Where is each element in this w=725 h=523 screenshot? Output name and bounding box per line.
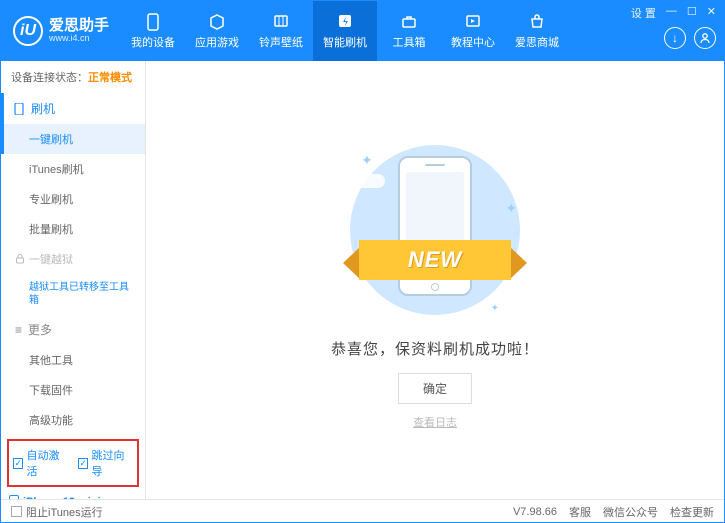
download-icon[interactable]: ↓ bbox=[664, 27, 686, 49]
brand-name: 爱思助手 bbox=[49, 18, 109, 35]
minimize-button[interactable]: — bbox=[666, 5, 677, 21]
phone-icon bbox=[144, 13, 162, 31]
window-controls: 设 置 — ☐ ✕ bbox=[631, 5, 716, 21]
logo-area: iU 爱思助手 www.i4.cn bbox=[1, 16, 121, 46]
sidebar-item-more-0[interactable]: 其他工具 bbox=[1, 345, 145, 375]
nav-flash[interactable]: 智能刷机 bbox=[313, 1, 377, 61]
nav-wallpaper[interactable]: 铃声壁纸 bbox=[249, 1, 313, 61]
toolbox-icon bbox=[400, 13, 418, 31]
sidebar-section-more[interactable]: ≡ 更多 bbox=[1, 314, 145, 345]
sidebar-item-flash-1[interactable]: iTunes刷机 bbox=[1, 154, 145, 184]
apps-icon bbox=[208, 13, 226, 31]
wechat-link[interactable]: 微信公众号 bbox=[603, 504, 658, 520]
sidebar-item-flash-3[interactable]: 批量刷机 bbox=[1, 214, 145, 244]
nav-apps[interactable]: 应用游戏 bbox=[185, 1, 249, 61]
status-bar: 阻止iTunes运行 V7.98.66 客服 微信公众号 检查更新 bbox=[1, 499, 724, 523]
checkbox-auto-activate[interactable]: ✓自动激活 bbox=[13, 447, 68, 479]
sidebar-item-jailbreak: 一键越狱 bbox=[1, 244, 145, 274]
user-icon[interactable] bbox=[694, 27, 716, 49]
check-update-link[interactable]: 检查更新 bbox=[670, 504, 714, 520]
checkbox-skip-guide[interactable]: ✓跳过向导 bbox=[78, 447, 133, 479]
logo-icon: iU bbox=[13, 16, 43, 46]
app-header: iU 爱思助手 www.i4.cn 我的设备应用游戏铃声壁纸智能刷机工具箱教程中… bbox=[1, 1, 724, 61]
confirm-button[interactable]: 确定 bbox=[398, 373, 472, 404]
main-content: ✦ ✦ ✦ NEW 恭喜您，保资料刷机成功啦！ 确定 查看日志 bbox=[146, 61, 724, 499]
phone-icon bbox=[13, 103, 25, 115]
options-highlight-box: ✓自动激活 ✓跳过向导 bbox=[7, 439, 139, 487]
sidebar-item-more-2[interactable]: 高级功能 bbox=[1, 405, 145, 435]
sidebar-item-flash-2[interactable]: 专业刷机 bbox=[1, 184, 145, 214]
view-log-link[interactable]: 查看日志 bbox=[413, 414, 457, 430]
success-illustration: ✦ ✦ ✦ NEW bbox=[335, 140, 535, 320]
version-label: V7.98.66 bbox=[513, 506, 557, 518]
device-info[interactable]: iPhone 12 mini 64GB Down-12mini-13,1 bbox=[1, 491, 145, 499]
device-icon bbox=[9, 495, 19, 499]
sidebar-item-more-1[interactable]: 下载固件 bbox=[1, 375, 145, 405]
shop-icon bbox=[528, 13, 546, 31]
nav-shop[interactable]: 爱思商城 bbox=[505, 1, 569, 61]
close-button[interactable]: ✕ bbox=[707, 5, 716, 21]
nav-phone[interactable]: 我的设备 bbox=[121, 1, 185, 61]
success-message: 恭喜您，保资料刷机成功啦！ bbox=[331, 338, 539, 359]
connection-status: 设备连接状态：正常模式 bbox=[1, 61, 145, 93]
brand-url: www.i4.cn bbox=[49, 34, 109, 44]
main-nav: 我的设备应用游戏铃声壁纸智能刷机工具箱教程中心爱思商城 bbox=[121, 1, 569, 61]
new-ribbon: NEW bbox=[359, 240, 511, 280]
sidebar-item-flash-0[interactable]: 一键刷机 bbox=[1, 124, 145, 154]
nav-tutorial[interactable]: 教程中心 bbox=[441, 1, 505, 61]
maximize-button[interactable]: ☐ bbox=[687, 5, 697, 21]
menu-icon: ≡ bbox=[15, 323, 22, 337]
customer-service-link[interactable]: 客服 bbox=[569, 504, 591, 520]
sidebar: 设备连接状态：正常模式 刷机 一键刷机iTunes刷机专业刷机批量刷机 一键越狱… bbox=[1, 61, 146, 499]
settings-text-button[interactable]: 设 置 bbox=[631, 5, 656, 21]
checkbox-block-itunes[interactable] bbox=[11, 506, 22, 517]
sidebar-section-flash[interactable]: 刷机 bbox=[1, 93, 145, 124]
jailbreak-note: 越狱工具已转移至工具箱 bbox=[1, 274, 145, 314]
wallpaper-icon bbox=[272, 13, 290, 31]
lock-icon bbox=[15, 254, 25, 264]
flash-icon bbox=[336, 13, 354, 31]
tutorial-icon bbox=[464, 13, 482, 31]
block-itunes-label: 阻止iTunes运行 bbox=[26, 504, 103, 520]
nav-toolbox[interactable]: 工具箱 bbox=[377, 1, 441, 61]
